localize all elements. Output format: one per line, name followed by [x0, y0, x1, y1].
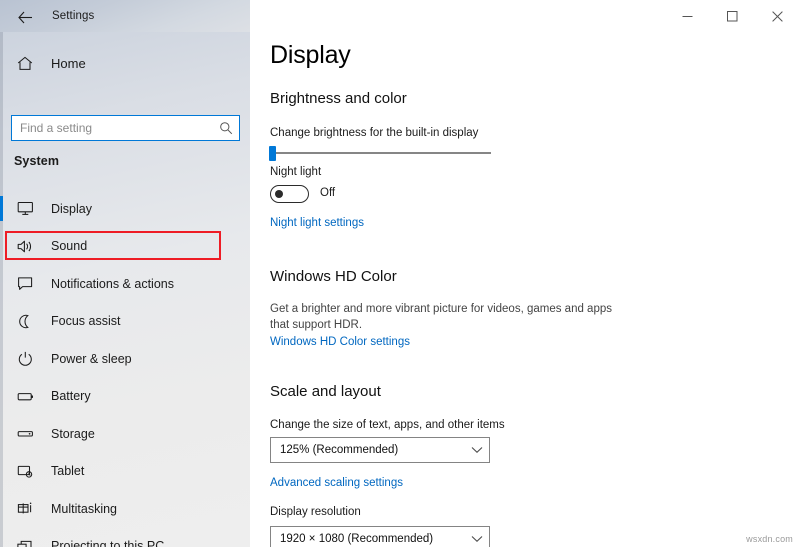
- night-light-label: Night light: [270, 166, 321, 178]
- sidebar-home-label: Home: [51, 56, 86, 71]
- scale-dropdown[interactable]: 125% (Recommended): [270, 437, 490, 463]
- sidebar-item-display[interactable]: Display: [0, 190, 250, 228]
- sidebar-item-storage[interactable]: Storage: [0, 415, 250, 453]
- search-input[interactable]: [20, 118, 213, 138]
- minimize-icon: [682, 11, 693, 22]
- projecting-icon: [13, 539, 37, 547]
- sidebar-item-label: Battery: [51, 389, 91, 403]
- close-icon: [772, 11, 783, 22]
- settings-window: Settings: [0, 0, 800, 547]
- sidebar-item-multitasking[interactable]: Multitasking: [0, 490, 250, 528]
- sidebar-item-projecting-to-this-pc[interactable]: Projecting to this PC: [0, 528, 250, 547]
- scale-label: Change the size of text, apps, and other…: [270, 419, 505, 431]
- display-resolution-dropdown[interactable]: 1920 × 1080 (Recommended): [270, 526, 490, 547]
- power-icon: [13, 351, 37, 366]
- night-light-settings-link[interactable]: Night light settings: [270, 217, 364, 229]
- brightness-section-heading: Brightness and color: [270, 90, 407, 107]
- maximize-icon: [727, 11, 738, 22]
- hdr-section-heading: Windows HD Color: [270, 268, 397, 285]
- sidebar-item-label: Display: [51, 202, 92, 216]
- app-title: Settings: [52, 0, 94, 32]
- scale-section-heading: Scale and layout: [270, 383, 381, 400]
- window-controls: [665, 0, 800, 32]
- brightness-slider[interactable]: [269, 145, 491, 161]
- night-light-toggle-knob: [275, 190, 283, 198]
- back-button[interactable]: [8, 4, 42, 30]
- close-button[interactable]: [755, 0, 800, 32]
- chevron-down-icon: [465, 446, 489, 454]
- chat-bubble-icon: [13, 276, 37, 291]
- sidebar-item-battery[interactable]: Battery: [0, 378, 250, 416]
- search-box[interactable]: [11, 115, 240, 141]
- sidebar-item-sound[interactable]: Sound: [0, 228, 250, 266]
- brightness-slider-label: Change brightness for the built-in displ…: [270, 127, 478, 139]
- sidebar-item-label: Focus assist: [51, 314, 120, 328]
- minimize-button[interactable]: [665, 0, 710, 32]
- night-light-state: Off: [320, 187, 335, 199]
- sidebar-item-label: Projecting to this PC: [51, 539, 164, 547]
- back-arrow-icon: [18, 11, 33, 24]
- multitasking-icon: [13, 501, 37, 516]
- sidebar-section-title: System: [14, 154, 59, 168]
- sidebar-item-power-sleep[interactable]: Power & sleep: [0, 340, 250, 378]
- sidebar-item-label: Sound: [51, 239, 87, 253]
- sidebar: Home System Displ: [0, 32, 250, 547]
- scale-dropdown-value: 125% (Recommended): [280, 444, 465, 456]
- brightness-slider-track: [272, 152, 491, 154]
- tablet-icon: [13, 464, 37, 479]
- monitor-icon: [13, 201, 37, 216]
- hdr-description: Get a brighter and more vibrant picture …: [270, 301, 630, 333]
- maximize-button[interactable]: [710, 0, 755, 32]
- sidebar-item-label: Multitasking: [51, 502, 117, 516]
- sidebar-item-home[interactable]: Home: [0, 45, 250, 81]
- speaker-icon: [13, 239, 37, 254]
- home-icon: [13, 56, 37, 71]
- battery-icon: [13, 389, 37, 404]
- sidebar-nav: Display Sound Notifica: [0, 190, 250, 547]
- brightness-slider-thumb[interactable]: [269, 146, 276, 161]
- display-resolution-value: 1920 × 1080 (Recommended): [280, 533, 465, 545]
- main-content: Display Brightness and color Change brig…: [250, 32, 800, 547]
- sidebar-item-label: Power & sleep: [51, 352, 132, 366]
- sidebar-item-label: Notifications & actions: [51, 277, 174, 291]
- hdr-settings-link[interactable]: Windows HD Color settings: [270, 336, 410, 348]
- display-resolution-label: Display resolution: [270, 506, 361, 518]
- title-bar: Settings: [0, 0, 800, 32]
- sidebar-item-tablet[interactable]: Tablet: [0, 453, 250, 491]
- night-light-toggle[interactable]: [270, 185, 309, 203]
- sidebar-item-label: Tablet: [51, 464, 84, 478]
- search-icon: [213, 121, 239, 135]
- page-title: Display: [270, 41, 351, 70]
- chevron-down-icon: [465, 535, 489, 543]
- storage-drive-icon: [13, 426, 37, 441]
- sidebar-item-focus-assist[interactable]: Focus assist: [0, 303, 250, 341]
- watermark: wsxdn.com: [746, 534, 793, 544]
- sidebar-item-notifications-actions[interactable]: Notifications & actions: [0, 265, 250, 303]
- advanced-scaling-settings-link[interactable]: Advanced scaling settings: [270, 477, 403, 489]
- moon-icon: [13, 314, 37, 329]
- sidebar-item-label: Storage: [51, 427, 95, 441]
